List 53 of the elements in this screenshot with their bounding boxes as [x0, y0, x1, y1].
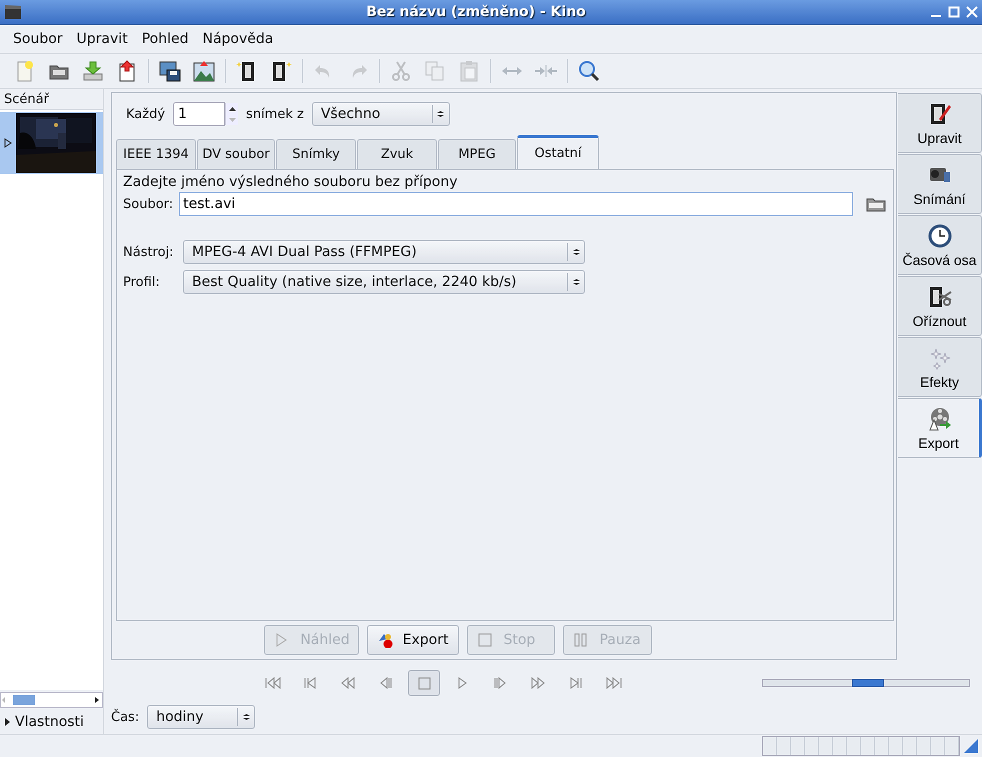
tab[interactable]: MPEG	[438, 139, 516, 169]
dropdown-arrow-icon	[572, 279, 580, 285]
horizontal-scrollbar[interactable]	[0, 692, 103, 708]
resize-grip-icon[interactable]	[964, 739, 978, 753]
mode-tab[interactable]: Časová osa	[898, 215, 982, 275]
mode-tab[interactable]: Snímání	[898, 154, 982, 214]
tab[interactable]: IEEE 1394	[116, 139, 196, 169]
mode-tab[interactable]: Export	[898, 398, 982, 458]
input-field[interactable]: test.avi	[179, 192, 853, 216]
dropdown[interactable]: Best Quality (native size, interlace, 2240 kb/s)	[183, 270, 585, 294]
tab[interactable]: Zvuk	[357, 139, 437, 169]
spin-field[interactable]: 1	[173, 102, 226, 126]
menu-item[interactable]: Upravit	[70, 31, 135, 47]
stop-icon[interactable]	[408, 670, 440, 696]
window-title: Bez názvu (změněno) - Kino	[365, 4, 587, 20]
dropdown[interactable]: hodiny	[147, 705, 256, 729]
dropdown[interactable]: Všechno	[312, 102, 450, 126]
maximize-icon[interactable]	[948, 6, 960, 18]
tab[interactable]: Ostatní	[517, 135, 599, 169]
tab[interactable]: Snímky	[276, 139, 356, 169]
expander-label[interactable]: Vlastnosti	[15, 714, 84, 730]
field-label: Každý	[126, 106, 166, 122]
expander-icon[interactable]	[4, 717, 11, 727]
menu-item[interactable]: Soubor	[6, 31, 70, 47]
dropdown-arrow-icon	[572, 249, 580, 255]
field-label: Nástroj:	[123, 244, 175, 260]
expander-icon[interactable]	[4, 138, 12, 148]
field-label: Čas:	[111, 710, 140, 724]
clock-icon	[926, 222, 952, 248]
menu-item[interactable]: Nápověda	[195, 31, 280, 47]
shuttle-slider[interactable]	[762, 679, 970, 687]
spin-down-icon[interactable]	[228, 118, 236, 122]
scene-row[interactable]	[0, 112, 103, 174]
menu-item[interactable]: Pohled	[134, 31, 196, 47]
dropdown[interactable]: MPEG-4 AVI Dual Pass (FFMPEG)	[183, 240, 585, 264]
dropdown-arrow-icon	[242, 714, 251, 720]
mode-tab[interactable]: Oříznout	[898, 276, 982, 336]
stop-icon	[478, 632, 494, 648]
slider-thumb[interactable]	[852, 679, 884, 687]
close-icon[interactable]	[966, 6, 978, 18]
tab[interactable]: DV soubor	[197, 139, 275, 169]
pause-icon	[574, 632, 590, 648]
action-button[interactable]: Export	[366, 625, 460, 655]
hint-text: Zadejte jméno výsledného souboru bez přípony	[123, 174, 458, 190]
spin-up-icon[interactable]	[228, 106, 236, 110]
mode-tab[interactable]: Efekty	[898, 337, 982, 397]
clapper-icon	[4, 4, 22, 20]
mode-tab[interactable]: Upravit	[898, 93, 982, 153]
field-label: Profil:	[123, 274, 161, 290]
export-icon	[378, 632, 393, 648]
field-label: Soubor:	[123, 196, 174, 212]
dropdown-arrow-icon	[436, 111, 446, 117]
field-label: snímek z	[246, 106, 304, 122]
